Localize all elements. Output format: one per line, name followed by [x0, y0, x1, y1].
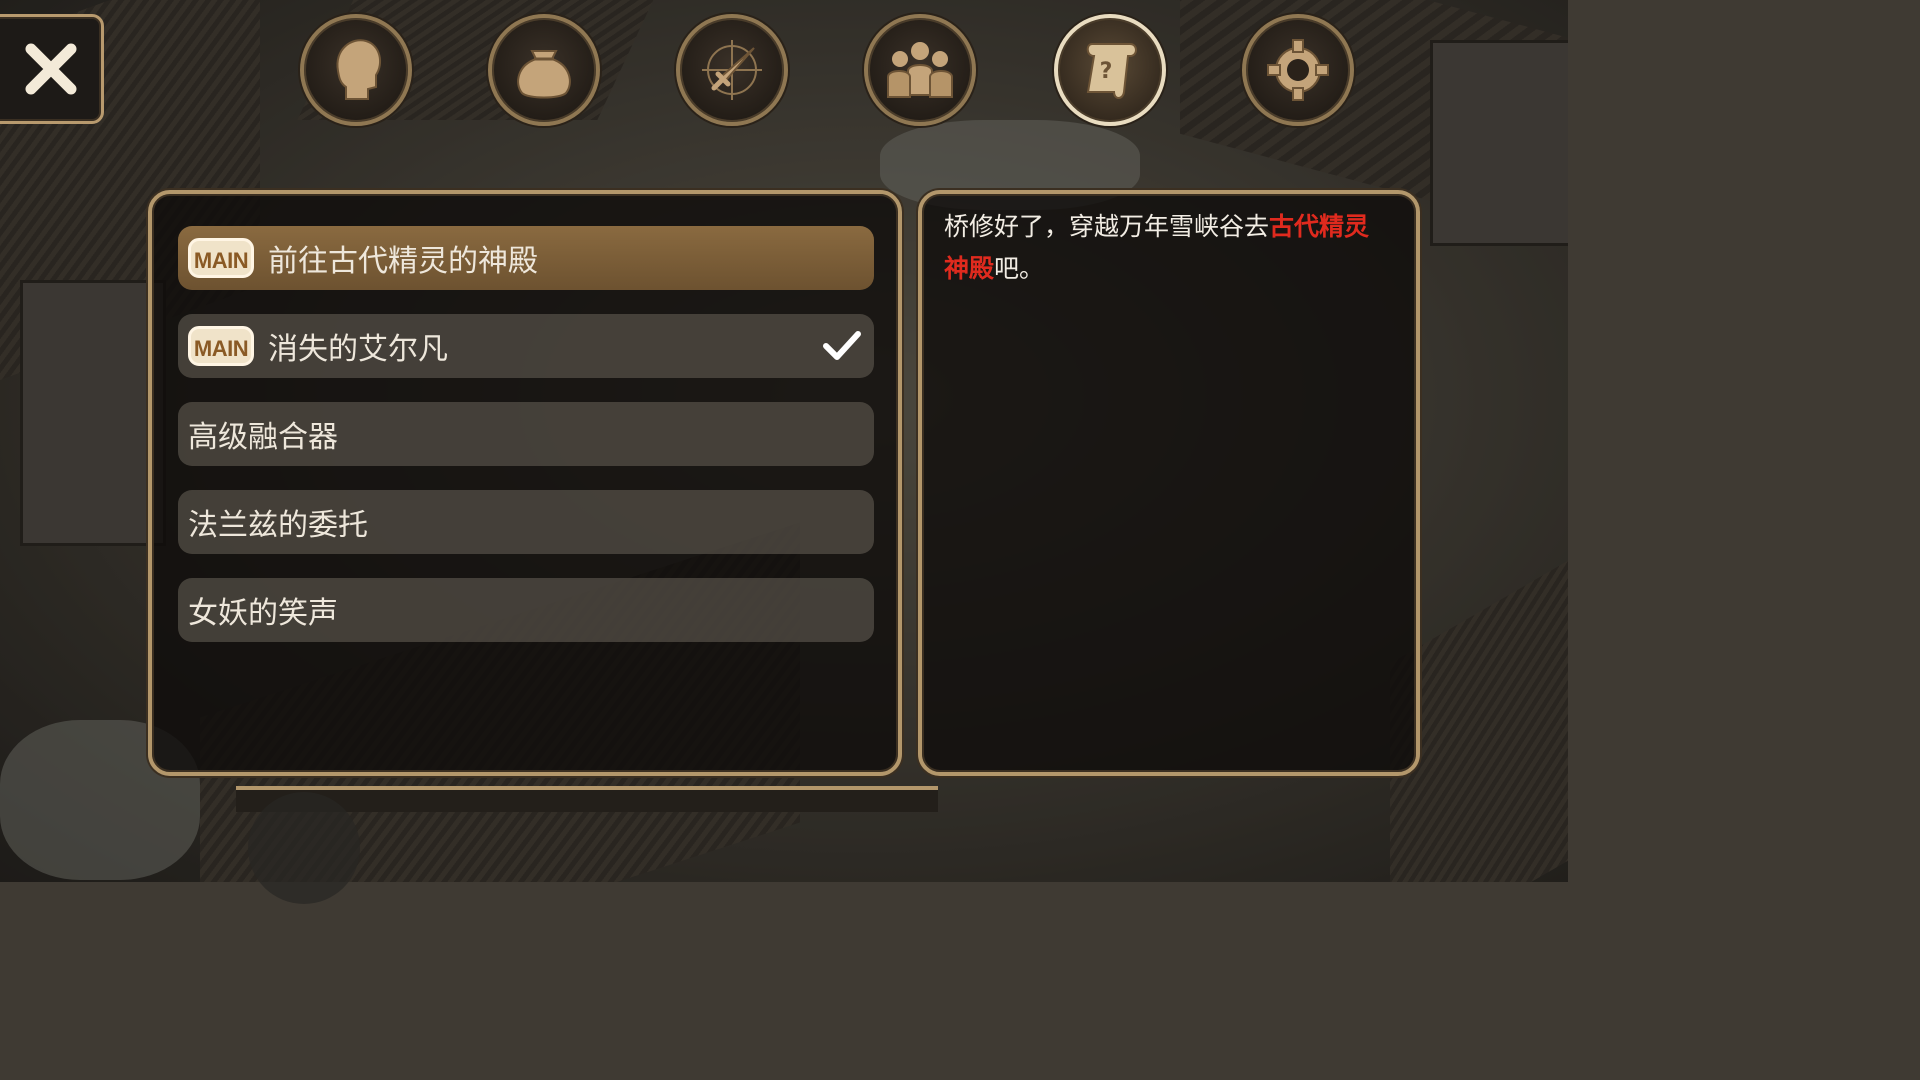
- group-icon: [887, 42, 953, 98]
- quest-item-2[interactable]: MAIN 消失的艾尔凡: [178, 314, 874, 378]
- quest-scroll-icon: ?: [1086, 43, 1137, 99]
- quest-title: 女妖的笑声: [188, 596, 338, 631]
- gear-icon: [1267, 39, 1329, 101]
- settings-tab-button[interactable]: [1242, 14, 1354, 126]
- quest-item-4[interactable]: 法兰兹的委托: [178, 490, 874, 554]
- main-quest-tag: MAIN: [188, 238, 254, 278]
- completed-check-icon: [823, 331, 861, 360]
- description-text-before: 桥修好了，穿越万年雪峡谷去: [944, 212, 1270, 241]
- skills-tab-button[interactable]: [676, 14, 788, 126]
- character-tab-button[interactable]: [300, 14, 412, 126]
- svg-text:?: ?: [1100, 59, 1113, 84]
- close-icon: [25, 43, 77, 95]
- quest-title: 前往古代精灵的神殿: [268, 244, 538, 279]
- virtual-joystick[interactable]: [248, 792, 360, 904]
- head-silhouette-icon: [336, 39, 382, 100]
- quest-list-panel: MAIN 前往古代精灵的神殿 MAIN 消失的艾尔凡 高级融合器 法兰兹的委托 …: [148, 190, 902, 776]
- sword-compass-icon: [702, 40, 762, 100]
- quest-item-3[interactable]: 高级融合器: [178, 402, 874, 466]
- bag-icon: [517, 50, 571, 99]
- quest-description-panel: 桥修好了，穿越万年雪峡谷去古代精灵神殿吧。: [918, 190, 1420, 776]
- quest-title: 法兰兹的委托: [188, 508, 368, 543]
- close-button[interactable]: [0, 14, 104, 124]
- main-quest-tag: MAIN: [188, 326, 254, 366]
- description-text-after: 吧。: [994, 254, 1045, 283]
- quest-description-text: 桥修好了，穿越万年雪峡谷去古代精灵神殿吧。: [944, 206, 1394, 290]
- quest-item-5[interactable]: 女妖的笑声: [178, 578, 874, 642]
- party-tab-button[interactable]: [864, 14, 976, 126]
- quest-title: 高级融合器: [188, 420, 338, 455]
- inventory-tab-button[interactable]: [488, 14, 600, 126]
- quests-tab-button[interactable]: ?: [1054, 14, 1166, 126]
- quest-item-1[interactable]: MAIN 前往古代精灵的神殿: [178, 226, 874, 290]
- quest-title: 消失的艾尔凡: [268, 332, 448, 367]
